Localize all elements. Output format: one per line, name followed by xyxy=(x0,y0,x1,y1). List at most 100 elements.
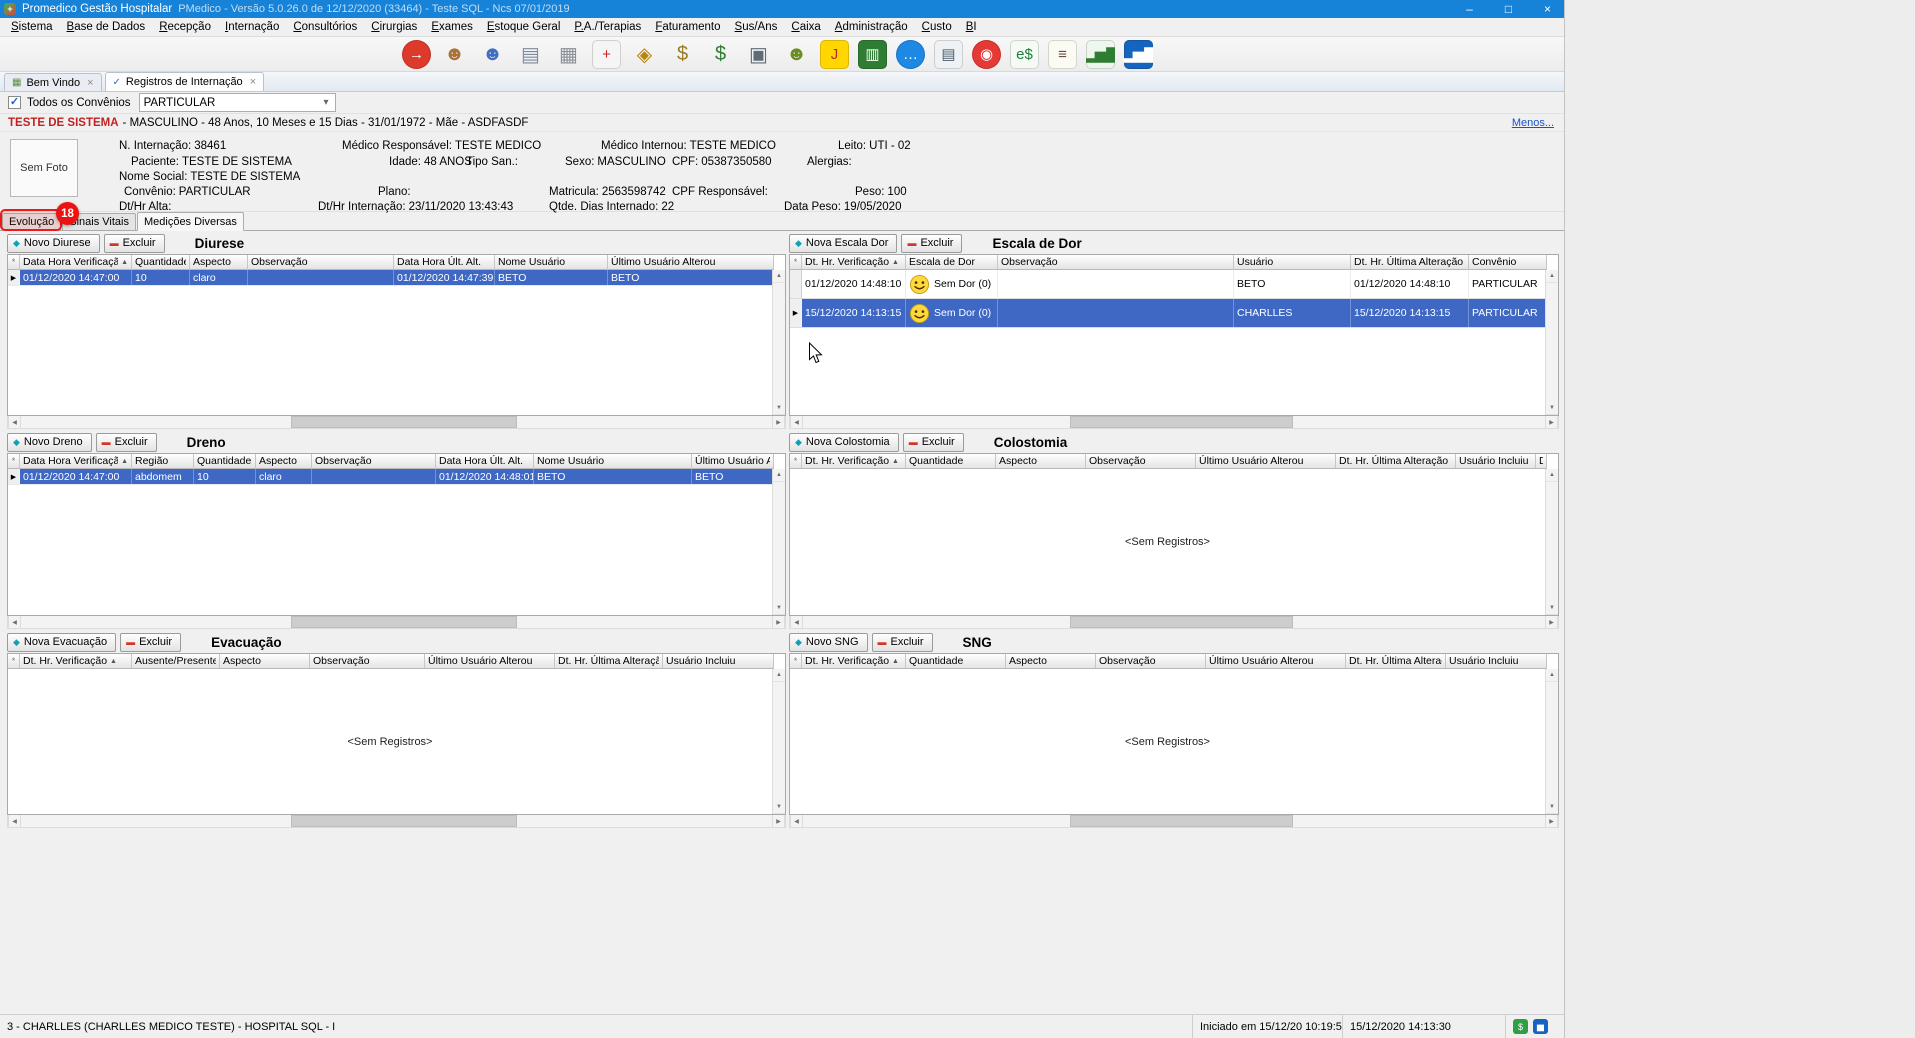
sng-delete-button[interactable]: ▬Excluir xyxy=(872,633,933,652)
colostomia-vscrollbar[interactable]: ▲▼ xyxy=(1545,469,1558,615)
subtab-medic-o-es-diversas[interactable]: Medições Diversas xyxy=(137,212,244,231)
column-header-dt-hr-verificac-a-o[interactable]: Dt. Hr. Verificação▲ xyxy=(802,255,906,270)
scroll-down-icon[interactable]: ▼ xyxy=(1546,602,1558,615)
column-header-u-ltimo-usua-rio-alterou[interactable]: Último Usuário Alterou xyxy=(1206,654,1346,669)
column-header-aspecto[interactable]: Aspecto xyxy=(996,454,1086,469)
reports-icon[interactable]: ▤ xyxy=(934,40,963,69)
electronic-invoice-icon[interactable]: e$ xyxy=(1010,40,1039,69)
notes-icon[interactable]: ≡ xyxy=(1048,40,1077,69)
tab-close-icon[interactable]: × xyxy=(87,77,93,89)
scroll-up-icon[interactable]: ▲ xyxy=(1546,669,1558,682)
scroll-right-icon[interactable]: ▶ xyxy=(1545,616,1558,628)
scrollbar-thumb[interactable] xyxy=(1070,416,1293,428)
menu-item-base-de-dados[interactable]: Base de Dados xyxy=(60,18,153,36)
scroll-right-icon[interactable]: ▶ xyxy=(772,616,785,628)
scroll-down-icon[interactable]: ▼ xyxy=(1546,801,1558,814)
scroll-right-icon[interactable]: ▶ xyxy=(772,416,785,428)
column-header-dt-hr-u-ltima-alterac-a-o[interactable]: Dt. Hr. Última Alteração xyxy=(1336,454,1456,469)
dreno-vscrollbar[interactable]: ▲▼ xyxy=(772,469,785,615)
menu-item-sus-ans[interactable]: Sus/Ans xyxy=(728,18,785,36)
scroll-left-icon[interactable]: ◀ xyxy=(8,616,21,628)
menu-item-bi[interactable]: BI xyxy=(959,18,984,36)
menu-item-faturamento[interactable]: Faturamento xyxy=(648,18,727,36)
bi-icon[interactable]: ▂▅▇ xyxy=(1124,40,1153,69)
scrollbar-thumb[interactable] xyxy=(1070,815,1293,827)
column-header-dt-hr-verificac-a-o[interactable]: Dt. Hr. Verificação▲ xyxy=(20,654,132,669)
column-header-dt-hr-verificac-a-o[interactable]: Dt. Hr. Verificação▲ xyxy=(802,454,906,469)
scrollbar-thumb[interactable] xyxy=(291,815,516,827)
column-header-aspecto[interactable]: Aspecto xyxy=(220,654,310,669)
column-header-u-ltimo-usua-rio-alterou[interactable]: Último Usuário Alterou xyxy=(692,454,774,469)
column-header-aspecto[interactable]: Aspecto xyxy=(256,454,312,469)
menu-item-internac-a-o[interactable]: Internação xyxy=(218,18,286,36)
menu-item-sistema[interactable]: Sistema xyxy=(4,18,60,36)
dreno-new-button[interactable]: ◆Novo Dreno xyxy=(7,433,92,452)
sng-new-button[interactable]: ◆Novo SNG xyxy=(789,633,868,652)
column-header-quantidade[interactable]: Quantidade xyxy=(132,255,190,270)
exit-icon[interactable]: → xyxy=(402,40,431,69)
column-header-usua-rio-incluiu[interactable]: Usuário Incluiu xyxy=(1446,654,1547,669)
billing-icon[interactable]: $ xyxy=(668,40,697,69)
diurese-vscrollbar[interactable]: ▲▼ xyxy=(772,270,785,415)
menu-item-custo[interactable]: Custo xyxy=(915,18,959,36)
column-header-nome-usua-rio[interactable]: Nome Usuário xyxy=(534,454,692,469)
scroll-left-icon[interactable]: ◀ xyxy=(8,416,21,428)
print-icon[interactable]: ▦ xyxy=(554,40,583,69)
menos-link[interactable]: Menos... xyxy=(1512,117,1554,129)
colostomia-hscrollbar[interactable]: ◀▶ xyxy=(789,616,1559,629)
ambulance-icon[interactable]: + xyxy=(592,40,621,69)
close-button[interactable]: × xyxy=(1531,0,1564,18)
todos-convenios-checkbox[interactable]: ✓ xyxy=(8,96,21,109)
column-header-data-hora-u-lt-alt[interactable]: Data Hora Últ. Alt. xyxy=(394,255,495,270)
column-header-regia-o[interactable]: Região xyxy=(132,454,194,469)
hr-icon[interactable]: ☻ xyxy=(782,40,811,69)
scroll-up-icon[interactable]: ▲ xyxy=(1546,469,1558,482)
column-header-quantidade[interactable]: Quantidade xyxy=(906,654,1006,669)
indicators-icon[interactable]: ▂▅▇ xyxy=(1086,40,1115,69)
column-header-data-hora-verificac-a-o[interactable]: Data Hora Verificação▲ xyxy=(20,255,132,270)
column-header-dt-hr-u-ltima-alterac-a-o[interactable]: Dt. Hr. Última Alteração xyxy=(1351,255,1469,270)
column-header-dt-hr[interactable]: Dt. Hr. xyxy=(1536,454,1547,469)
column-header-u-ltimo-usua-rio-alterou[interactable]: Último Usuário Alterou xyxy=(608,255,774,270)
chat-icon[interactable]: … xyxy=(896,40,925,69)
column-header-aspecto[interactable]: Aspecto xyxy=(1006,654,1096,669)
column-header-u-ltimo-usua-rio-alterou[interactable]: Último Usuário Alterou xyxy=(1196,454,1336,469)
scroll-left-icon[interactable]: ◀ xyxy=(8,815,21,827)
escala-dor-new-button[interactable]: ◆Nova Escala Dor xyxy=(789,234,897,253)
scroll-up-icon[interactable]: ▲ xyxy=(773,270,785,283)
table-row[interactable]: ▶01/12/2020 14:47:0010claro01/12/2020 14… xyxy=(8,270,772,286)
sng-vscrollbar[interactable]: ▲▼ xyxy=(1545,669,1558,814)
select-all-cell[interactable]: * xyxy=(790,454,802,469)
payments-icon[interactable]: $ xyxy=(706,40,735,69)
patients-icon[interactable]: ☻ xyxy=(440,40,469,69)
scroll-down-icon[interactable]: ▼ xyxy=(1546,402,1558,415)
column-header-usua-rio-incluiu[interactable]: Usuário Incluiu xyxy=(663,654,774,669)
scroll-left-icon[interactable]: ◀ xyxy=(790,616,803,628)
column-header-dt-hr-verificac-a-o[interactable]: Dt. Hr. Verificação▲ xyxy=(802,654,906,669)
colostomia-delete-button[interactable]: ▬Excluir xyxy=(903,433,964,452)
column-header-aspecto[interactable]: Aspecto xyxy=(190,255,248,270)
select-all-cell[interactable]: * xyxy=(8,255,20,270)
menu-item-consulto-rios[interactable]: Consultórios xyxy=(286,18,364,36)
scroll-up-icon[interactable]: ▲ xyxy=(773,469,785,482)
menu-item-p-a-terapias[interactable]: P.A./Terapias xyxy=(567,18,648,36)
scroll-up-icon[interactable]: ▲ xyxy=(1546,270,1558,283)
column-header-usua-rio-incluiu[interactable]: Usuário Incluiu xyxy=(1456,454,1536,469)
manuals-icon[interactable]: ▥ xyxy=(858,40,887,69)
menu-item-estoque-geral[interactable]: Estoque Geral xyxy=(480,18,568,36)
table-row[interactable]: ▶01/12/2020 14:47:00abdomem10claro01/12/… xyxy=(8,469,772,485)
scroll-down-icon[interactable]: ▼ xyxy=(773,602,785,615)
scrollbar-thumb[interactable] xyxy=(291,416,516,428)
column-header-conve-nio[interactable]: Convênio xyxy=(1469,255,1547,270)
menu-item-recepc-a-o[interactable]: Recepção xyxy=(152,18,218,36)
escala-dor-hscrollbar[interactable]: ◀▶ xyxy=(789,416,1559,429)
scroll-down-icon[interactable]: ▼ xyxy=(773,402,785,415)
column-header-quantidade[interactable]: Quantidade xyxy=(194,454,256,469)
column-header-usua-rio[interactable]: Usuário xyxy=(1234,255,1351,270)
column-header-observac-a-o[interactable]: Observação xyxy=(310,654,425,669)
select-all-cell[interactable]: * xyxy=(790,654,802,669)
scrollbar-thumb[interactable] xyxy=(1070,616,1293,628)
column-header-observac-a-o[interactable]: Observação xyxy=(998,255,1234,270)
evacuacao-vscrollbar[interactable]: ▲▼ xyxy=(772,669,785,814)
dreno-delete-button[interactable]: ▬Excluir xyxy=(96,433,157,452)
